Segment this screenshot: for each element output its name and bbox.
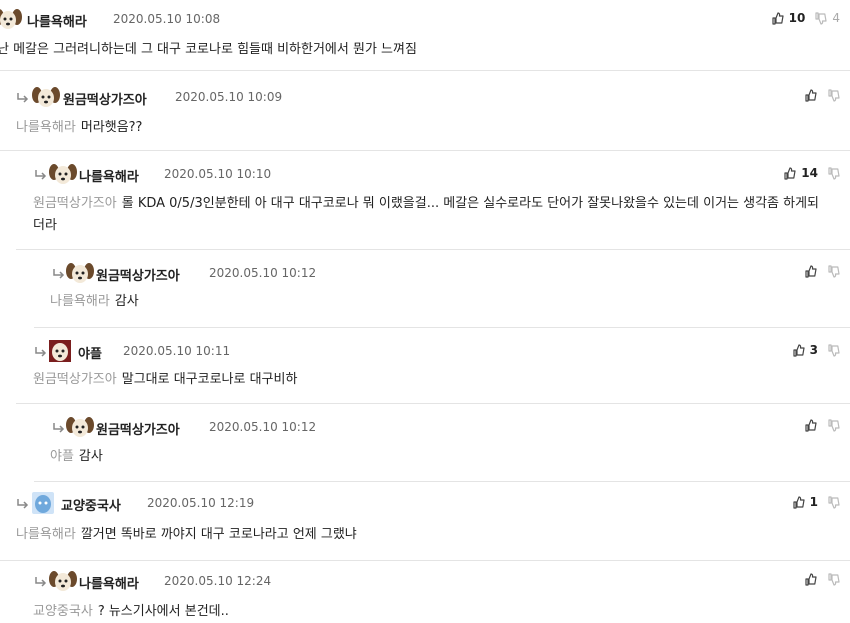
thumbs-down-icon[interactable] bbox=[828, 419, 840, 432]
reply-arrow-icon bbox=[52, 265, 66, 279]
comment-text: 깔거면 똑바로 까야지 대구 코로나라고 언제 그랬냐 bbox=[80, 527, 357, 542]
puppy-avatar[interactable] bbox=[49, 570, 77, 592]
reply-arrow-icon bbox=[34, 343, 48, 357]
thumbs-up-icon[interactable] bbox=[805, 89, 817, 102]
comment-item: 교양중국사 2020.05.10 12:19 1 나를욕해라 깔거면 똑바로 까야… bbox=[0, 482, 850, 561]
vote-controls: 10 4 bbox=[772, 11, 840, 25]
comment-body: 나를욕해라 깔거면 똑바로 까야지 대구 코로나라고 언제 그랬냐 bbox=[16, 524, 357, 546]
reply-mention[interactable]: 교양중국사 bbox=[33, 604, 93, 619]
comment-date: 2020.05.10 10:09 bbox=[175, 90, 283, 104]
comment-date: 2020.05.10 10:08 bbox=[113, 12, 221, 26]
puppy-avatar[interactable] bbox=[32, 86, 60, 108]
comment-date: 2020.05.10 12:19 bbox=[147, 496, 255, 510]
comment-text: 말그대로 대구코로나로 대구비하 bbox=[121, 372, 298, 387]
comment-item: 원금떡상가즈아 2020.05.10 10:09 나를욕해라 머라햇음?? bbox=[0, 71, 850, 151]
upvote-count: 1 bbox=[809, 495, 818, 509]
comment-body: 원금떡상가즈아 말그대로 대구코로나로 대구비하 bbox=[33, 369, 297, 391]
puppy-avatar[interactable] bbox=[49, 163, 77, 185]
vote-controls bbox=[805, 573, 840, 586]
thumbs-up-icon[interactable] bbox=[805, 419, 817, 432]
vote-controls bbox=[805, 419, 840, 432]
vote-controls bbox=[805, 89, 840, 102]
thumbs-down-icon[interactable] bbox=[815, 11, 827, 25]
downvote-count: 4 bbox=[832, 11, 840, 25]
vote-controls: 3 bbox=[793, 343, 840, 357]
thumbs-down-icon[interactable] bbox=[828, 265, 840, 278]
thumbs-up-icon[interactable] bbox=[784, 166, 796, 180]
puppy-avatar[interactable] bbox=[66, 262, 94, 284]
comment-author[interactable]: 원금떡상가즈아 bbox=[63, 89, 147, 108]
comment-item: 나를욕해라 2020.05.10 10:08 10 4 난 메갈은 그러려니하는… bbox=[0, 0, 850, 71]
reply-mention[interactable]: 원금떡상가즈아 bbox=[33, 372, 117, 387]
comment-text: 감사 bbox=[78, 449, 103, 464]
upvote-count: 3 bbox=[809, 343, 818, 357]
comment-author[interactable]: 나를욕해라 bbox=[79, 166, 139, 185]
reply-mention[interactable]: 나를욕해라 bbox=[16, 120, 76, 135]
comment-body: 나를욕해라 감사 bbox=[50, 291, 139, 313]
thumbs-down-icon[interactable] bbox=[828, 89, 840, 102]
vote-controls: 1 bbox=[793, 495, 840, 509]
comment-body: 원금떡상가즈아 롤 KDA 0/5/3인분한테 아 대구 대구코로나 뭐 이랬을걸… bbox=[33, 193, 830, 237]
thumbs-up-icon[interactable] bbox=[772, 11, 784, 25]
reply-mention[interactable]: 야플 bbox=[50, 449, 74, 464]
reply-mention[interactable]: 나를욕해라 bbox=[16, 527, 76, 542]
reply-arrow-icon bbox=[34, 166, 48, 180]
puppy-avatar[interactable] bbox=[66, 416, 94, 438]
thumbs-up-icon[interactable] bbox=[793, 343, 805, 357]
reply-arrow-icon bbox=[16, 495, 30, 509]
comment-item: 야플 2020.05.10 10:11 3 원금떡상가즈아 말그대로 대구코로나로… bbox=[16, 328, 850, 404]
comment-author[interactable]: 야플 bbox=[78, 343, 102, 362]
reply-mention[interactable]: 원금떡상가즈아 bbox=[33, 196, 117, 211]
thumbs-up-icon[interactable] bbox=[805, 573, 817, 586]
comment-author[interactable]: 원금떡상가즈아 bbox=[96, 419, 180, 438]
blue-avatar[interactable] bbox=[30, 492, 58, 514]
thumbs-down-icon[interactable] bbox=[828, 573, 840, 586]
reply-arrow-icon bbox=[16, 89, 30, 103]
reply-arrow-icon bbox=[34, 573, 48, 587]
comment-body: 교양중국사 ? 뉴스기사에서 본건데.. bbox=[33, 601, 229, 623]
vote-controls: 14 bbox=[784, 166, 840, 180]
comment-date: 2020.05.10 10:12 bbox=[209, 266, 317, 280]
comment-body: 야플 감사 bbox=[50, 446, 103, 468]
puppy-red-avatar[interactable] bbox=[47, 340, 75, 362]
comment-date: 2020.05.10 10:12 bbox=[209, 420, 317, 434]
thumbs-up-icon[interactable] bbox=[793, 495, 805, 509]
comment-text: 롤 KDA 0/5/3인분한테 아 대구 대구코로나 뭐 이랬을걸... 메갈은… bbox=[33, 196, 820, 233]
comment-item: 나를욕해라 2020.05.10 10:10 14 원금떡상가즈아 롤 KDA 0… bbox=[16, 151, 850, 250]
comment-author[interactable]: 나를욕해라 bbox=[27, 11, 87, 30]
upvote-count: 14 bbox=[801, 166, 818, 180]
thumbs-down-icon[interactable] bbox=[828, 166, 840, 180]
comment-item: 원금떡상가즈아 2020.05.10 10:12 야플 감사 bbox=[34, 404, 850, 482]
comment-text: 감사 bbox=[114, 294, 139, 309]
thumbs-up-icon[interactable] bbox=[805, 265, 817, 278]
vote-controls bbox=[805, 265, 840, 278]
comment-date: 2020.05.10 12:24 bbox=[164, 574, 272, 588]
reply-arrow-icon bbox=[52, 419, 66, 433]
reply-mention[interactable]: 나를욕해라 bbox=[50, 294, 110, 309]
comment-date: 2020.05.10 10:11 bbox=[123, 344, 231, 358]
comment-body: 난 메갈은 그러려니하는데 그 대구 코로나로 힘들때 비하한거에서 뭔가 느껴… bbox=[0, 39, 417, 61]
comment-item: 원금떡상가즈아 2020.05.10 10:12 나를욕해라 감사 bbox=[34, 250, 850, 328]
thumbs-down-icon[interactable] bbox=[828, 495, 840, 509]
comment-item: 나를욕해라 2020.05.10 12:24 교양중국사 ? 뉴스기사에서 본건데… bbox=[16, 561, 850, 619]
upvote-count: 10 bbox=[788, 11, 806, 25]
comment-body: 나를욕해라 머라햇음?? bbox=[16, 117, 142, 139]
comment-text: 머라햇음?? bbox=[80, 120, 143, 135]
comment-author[interactable]: 교양중국사 bbox=[61, 495, 121, 514]
comment-text: ? 뉴스기사에서 본건데.. bbox=[97, 604, 229, 619]
comment-author[interactable]: 원금떡상가즈아 bbox=[96, 265, 180, 284]
comment-author[interactable]: 나를욕해라 bbox=[79, 573, 139, 592]
comment-text: 난 메갈은 그러려니하는데 그 대구 코로나로 힘들때 비하한거에서 뭔가 느껴… bbox=[0, 42, 417, 57]
comment-date: 2020.05.10 10:10 bbox=[164, 167, 272, 181]
thumbs-down-icon[interactable] bbox=[828, 343, 840, 357]
puppy-avatar[interactable] bbox=[0, 8, 22, 30]
